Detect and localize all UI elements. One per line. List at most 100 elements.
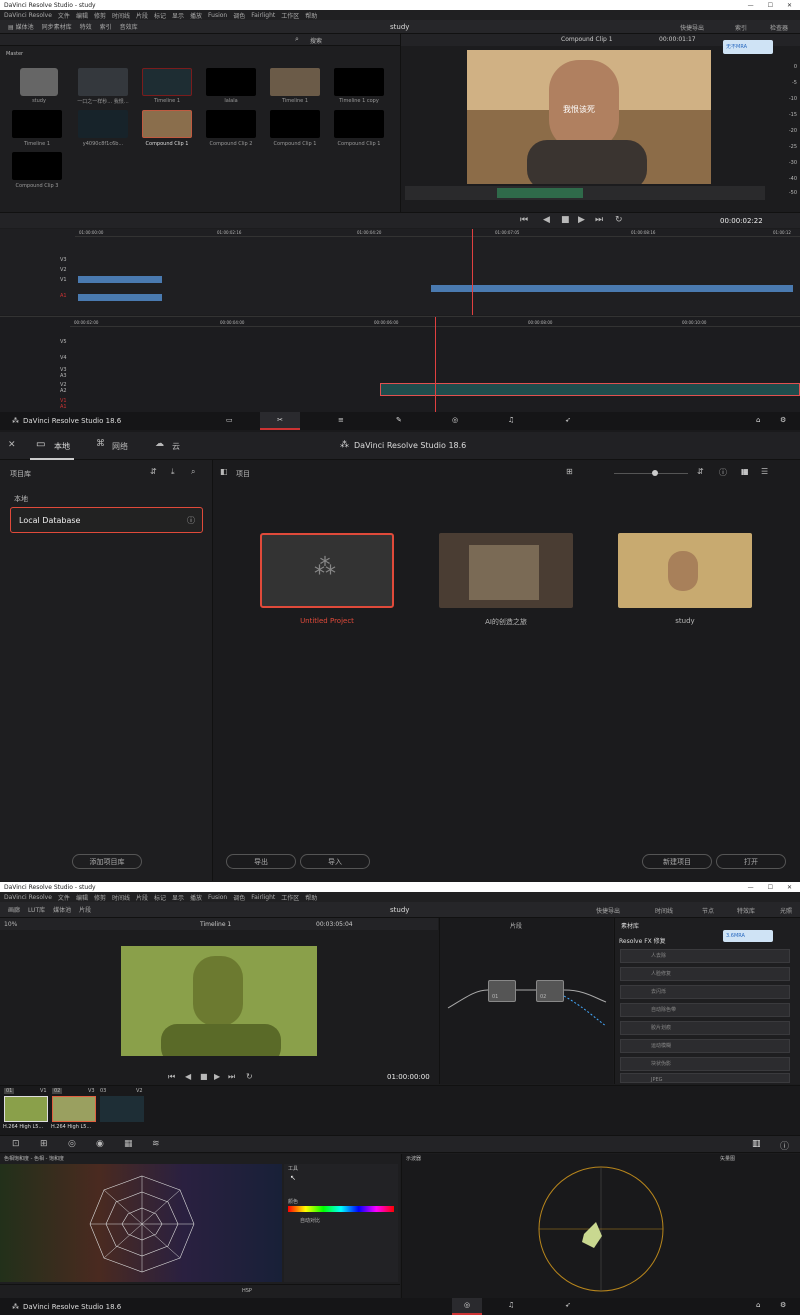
- fx-item[interactable]: 自动除色带: [620, 1003, 790, 1017]
- project-thumb-ai[interactable]: [439, 533, 573, 608]
- menu-item-color[interactable]: 调色: [233, 11, 245, 20]
- lighting-button[interactable]: 光照: [780, 906, 792, 915]
- bin-label[interactable]: Master: [6, 51, 23, 57]
- tab-network[interactable]: 网络: [112, 441, 128, 452]
- menu-item-clip[interactable]: 片段: [136, 893, 148, 902]
- menu-item-help[interactable]: 帮助: [305, 11, 317, 20]
- menu-item-view[interactable]: 显示: [172, 11, 184, 20]
- media-page-icon[interactable]: ▭: [226, 416, 233, 424]
- menu-item-file[interactable]: 文件: [58, 11, 70, 20]
- import-button[interactable]: 导入: [300, 854, 370, 869]
- stop-icon[interactable]: ■: [561, 215, 570, 225]
- auto-option[interactable]: 自动对比: [300, 1217, 320, 1224]
- menu-item-file[interactable]: 文件: [58, 893, 70, 902]
- tab-local[interactable]: 本地: [54, 441, 70, 452]
- menu-item-resolve[interactable]: DaVinci Resolve: [4, 12, 52, 19]
- search-icon[interactable]: ⌕: [295, 35, 299, 44]
- add-library-button[interactable]: 添加项目库: [72, 854, 142, 869]
- media-thumb[interactable]: [270, 110, 320, 138]
- hdr-icon[interactable]: ◉: [96, 1139, 104, 1149]
- local-database-item[interactable]: Local Database ⓘ: [10, 507, 203, 533]
- camera-raw-icon[interactable]: ⊡: [12, 1139, 20, 1149]
- settings-icon[interactable]: ⚙: [780, 416, 786, 424]
- menu-item-color[interactable]: 调色: [233, 893, 245, 902]
- lut-button[interactable]: LUT库: [28, 905, 45, 914]
- timeline-name[interactable]: Timeline 1: [200, 921, 231, 928]
- fairlight-page-icon[interactable]: ♫: [508, 416, 514, 424]
- close-icon[interactable]: ✕: [787, 884, 792, 891]
- fairlight-page-icon[interactable]: ♫: [508, 1301, 514, 1309]
- grid-view-icon[interactable]: ▦: [741, 467, 749, 476]
- sync-bin-button[interactable]: 同步素材库: [42, 22, 72, 31]
- play-reverse-icon[interactable]: ◀: [543, 215, 550, 225]
- clip-thumb[interactable]: [52, 1096, 96, 1122]
- nodes-button[interactable]: 节点: [702, 906, 714, 915]
- maximize-icon[interactable]: ☐: [768, 884, 773, 891]
- open-button[interactable]: 打开: [716, 854, 786, 869]
- media-thumb[interactable]: [142, 68, 192, 96]
- loop-icon[interactable]: ↻: [246, 1072, 253, 1081]
- panel-icon[interactable]: ◧: [220, 467, 228, 476]
- export-button[interactable]: 导出: [226, 854, 296, 869]
- play-icon[interactable]: ▶: [578, 215, 585, 225]
- media-thumb[interactable]: [334, 68, 384, 96]
- inspector-button[interactable]: 检查器: [770, 23, 788, 32]
- fusion-page-icon[interactable]: ✎: [396, 416, 402, 424]
- close-icon[interactable]: ✕: [8, 440, 16, 450]
- timeline-clip[interactable]: [78, 276, 162, 283]
- media-thumb[interactable]: [78, 110, 128, 138]
- quick-export-button[interactable]: 快捷导出: [596, 906, 620, 915]
- menu-item-help[interactable]: 帮助: [305, 893, 317, 902]
- new-project-button[interactable]: 新建项目: [642, 854, 712, 869]
- menu-item-fusion[interactable]: Fusion: [208, 894, 227, 901]
- effects-library-button[interactable]: 特效库: [737, 906, 755, 915]
- color-match-icon[interactable]: ⊞: [40, 1139, 48, 1149]
- zoom-level[interactable]: 10%: [4, 921, 17, 928]
- media-thumb[interactable]: [12, 152, 62, 180]
- sound-library-button[interactable]: 音效库: [120, 22, 138, 31]
- scopes-icon[interactable]: ▥: [752, 1139, 761, 1149]
- index-right-button[interactable]: 索引: [735, 23, 747, 32]
- fx-tab[interactable]: 素材库: [621, 921, 639, 930]
- download-icon[interactable]: ⤓: [171, 467, 175, 477]
- clip-thumb[interactable]: [4, 1096, 48, 1122]
- menu-item-clip[interactable]: 片段: [136, 11, 148, 20]
- fx-item[interactable]: 胶片划痕: [620, 1021, 790, 1035]
- media-thumb[interactable]: [12, 110, 62, 138]
- media-thumb[interactable]: [270, 68, 320, 96]
- minimize-icon[interactable]: —: [748, 2, 754, 9]
- skip-end-icon[interactable]: ⏭: [228, 1072, 235, 1082]
- menu-item-fairlight[interactable]: Fairlight: [251, 12, 275, 19]
- fx-item[interactable]: 去闪烁: [620, 985, 790, 999]
- menu-item-workspace[interactable]: 工作区: [281, 11, 299, 20]
- clip-thumb[interactable]: [100, 1096, 144, 1122]
- stop-icon[interactable]: ■: [200, 1072, 208, 1081]
- home-icon[interactable]: ⌂: [756, 1301, 760, 1309]
- media-thumb[interactable]: [206, 68, 256, 96]
- menu-item-timeline[interactable]: 时间线: [112, 893, 130, 902]
- search-icon[interactable]: ⌕: [191, 467, 195, 477]
- edit-page-icon[interactable]: ≡: [338, 416, 344, 424]
- media-thumb[interactable]: [78, 68, 128, 96]
- hue-gradient[interactable]: [288, 1206, 394, 1212]
- loop-icon[interactable]: ↻: [615, 215, 623, 225]
- project-thumb-untitled[interactable]: ⁂: [260, 533, 394, 608]
- skip-start-icon[interactable]: ⏮: [168, 1072, 175, 1082]
- color-page-icon[interactable]: ◎: [452, 1298, 482, 1315]
- playhead[interactable]: [472, 229, 473, 315]
- info-icon[interactable]: ⓘ: [719, 467, 727, 478]
- menu-item-trim[interactable]: 修剪: [94, 11, 106, 20]
- skip-end-icon[interactable]: ⏭: [595, 215, 603, 225]
- playhead[interactable]: [435, 317, 436, 413]
- folder-thumb[interactable]: [20, 68, 58, 96]
- scope-mode[interactable]: 矢量图: [720, 1155, 735, 1162]
- media-thumb[interactable]: [334, 110, 384, 138]
- menu-item-fairlight[interactable]: Fairlight: [251, 894, 275, 901]
- menu-item-playback[interactable]: 播放: [190, 893, 202, 902]
- list-view-icon[interactable]: ☰: [761, 467, 768, 476]
- info-icon[interactable]: ⓘ: [187, 515, 195, 526]
- quick-export-button[interactable]: 快捷导出: [680, 23, 704, 32]
- fx-item[interactable]: 块状伪影: [620, 1057, 790, 1071]
- sort-icon[interactable]: ⇵: [697, 467, 704, 476]
- project-thumb-study[interactable]: [618, 533, 752, 608]
